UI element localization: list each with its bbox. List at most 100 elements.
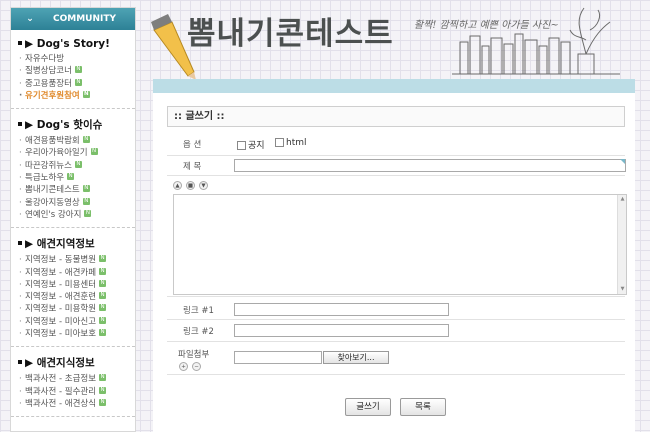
link2-row: 링크 #2 xyxy=(167,320,625,342)
sidebar-item[interactable]: 자유수다방 xyxy=(11,53,135,66)
sidebar-item-label: 유기견후원참여 xyxy=(25,90,80,101)
remove-file-icon[interactable]: − xyxy=(192,362,201,371)
bullet-icon xyxy=(18,241,22,246)
sidebar-item[interactable]: 연예인's 강아지N xyxy=(11,209,135,222)
new-badge-icon: N xyxy=(99,374,107,382)
sidebar-sections: ▶ Dog's Story!자유수다방질병상담코너N중고용품장터N유기견후원참여… xyxy=(11,30,135,418)
sidebar-section-label: 애견지역정보 xyxy=(36,238,95,251)
sidebar-section-title[interactable]: ▶ Dog's Story! xyxy=(11,38,135,50)
sidebar-item-label: 지역정보 - 미용센터 xyxy=(25,279,97,290)
sidebar-item-label: 백과사전 - 초급정보 xyxy=(25,374,97,385)
sidebar-item[interactable]: 따끈강쥐뉴스N xyxy=(11,160,135,172)
list-button[interactable]: 목록 xyxy=(400,398,446,416)
sidebar-item[interactable]: 지역정보 - 애견카페N xyxy=(11,267,135,279)
sidebar-item[interactable]: 백과사전 - 애견상식N xyxy=(11,398,135,411)
content-textarea[interactable]: ▲ ▼ xyxy=(173,194,627,295)
link1-row: 링크 #1 xyxy=(167,296,625,320)
notice-checkbox[interactable] xyxy=(237,141,246,150)
sidebar-item-label: 백과사전 - 필수관리 xyxy=(25,386,97,397)
new-badge-icon: N xyxy=(99,316,107,324)
sidebar-section: ▶ Dog's Story!자유수다방질병상담코너N중고용품장터N유기견후원참여… xyxy=(11,30,135,110)
sidebar-item[interactable]: 유기견후원참여N xyxy=(11,90,135,102)
sidebar-item[interactable]: 울강아지동영상N xyxy=(11,197,135,209)
sidebar-item-label: 지역정보 - 미용학원 xyxy=(25,304,97,315)
sidebar-section-title[interactable]: ▶ Dog's 핫이슈 xyxy=(11,117,135,132)
new-badge-icon: N xyxy=(74,66,82,74)
subject-input[interactable] xyxy=(234,159,626,172)
sidebar-item[interactable]: 중고용품장터N xyxy=(11,78,135,90)
sidebar-section-title[interactable]: ▶ 애견지식정보 xyxy=(11,355,135,370)
new-badge-icon: N xyxy=(99,398,107,406)
sidebar-item-label: 지역정보 - 동물병원 xyxy=(25,255,97,266)
sidebar-section: ▶ Dog's 핫이슈애견용품박람회N우리아가육아일기N따끈강쥐뉴스N특급노하우… xyxy=(11,109,135,229)
play-arrow-icon: ▶ xyxy=(25,357,37,370)
sidebar-item[interactable]: 뽐내기콘테스트N xyxy=(11,184,135,197)
sidebar-item-label: 특급노하우 xyxy=(25,173,65,184)
html-option[interactable]: html xyxy=(275,138,307,148)
new-badge-icon: N xyxy=(99,386,107,394)
sidebar-item-label: 뽐내기콘테스트 xyxy=(25,185,80,196)
browse-button[interactable]: 찾아보기... xyxy=(323,351,389,364)
sidebar-section-label: Dog's Story! xyxy=(36,38,110,50)
file-path-input[interactable] xyxy=(234,351,322,364)
new-badge-icon: N xyxy=(74,78,82,86)
sidebar-item-label: 자유수다방 xyxy=(25,54,65,64)
add-file-icon[interactable]: + xyxy=(179,362,188,371)
editor-expand-icon[interactable]: ▲ xyxy=(173,181,182,190)
sidebar-item[interactable]: 질병상담코너N xyxy=(11,65,135,78)
write-form: :: 글쓰기 :: 옵 션 공지 html 제 목 ▲ ■ ▼ ▲ ▼ 링크 #… xyxy=(153,93,635,432)
sidebar-title: COMMUNITY xyxy=(53,14,117,24)
scroll-up-icon[interactable]: ▲ xyxy=(619,196,626,203)
sidebar-item[interactable]: 우리아가육아일기N xyxy=(11,147,135,160)
sidebar-item-label: 지역정보 - 애견훈련 xyxy=(25,292,97,303)
html-checkbox[interactable] xyxy=(275,138,284,147)
sidebar-item[interactable]: 지역정보 - 미아보호N xyxy=(11,328,135,341)
new-badge-icon: N xyxy=(99,255,107,263)
html-label: html xyxy=(286,138,307,148)
sidebar-section: ▶ 애견지역정보지역정보 - 동물병원N지역정보 - 애견카페N지역정보 - 미… xyxy=(11,228,135,348)
sidebar-item[interactable]: 지역정보 - 미용센터N xyxy=(11,279,135,291)
scroll-down-icon[interactable]: ▼ xyxy=(619,286,626,293)
new-badge-icon: N xyxy=(99,279,107,287)
sidebar-item[interactable]: 지역정보 - 미아신고N xyxy=(11,316,135,328)
banner: 뽐내기콘테스트 활짝! 깜찍하고 예쁜 아가들 사진~ xyxy=(150,0,650,88)
sidebar-item[interactable]: 지역정보 - 애견훈련N xyxy=(11,291,135,304)
resize-corner-icon xyxy=(620,159,625,164)
sidebar-header[interactable]: ⌄ COMMUNITY xyxy=(11,8,135,30)
sidebar-item-label: 질병상담코너 xyxy=(25,66,72,77)
sidebar-item-label: 따끈강쥐뉴스 xyxy=(25,160,72,171)
sidebar-item-label: 애견용품박람회 xyxy=(25,136,80,147)
new-badge-icon: N xyxy=(99,329,107,337)
sidebar-section: ▶ 애견지식정보백과사전 - 초급정보N백과사전 - 필수관리N백과사전 - 애… xyxy=(11,347,135,418)
sidebar-item[interactable]: 백과사전 - 필수관리N xyxy=(11,386,135,398)
sidebar-item-label: 지역정보 - 미아보호 xyxy=(25,329,97,340)
editor-reset-icon[interactable]: ■ xyxy=(186,181,195,190)
new-badge-icon: N xyxy=(99,267,107,275)
editor-scrollbar[interactable]: ▲ ▼ xyxy=(617,195,626,294)
sidebar-item[interactable]: 애견용품박람회N xyxy=(11,135,135,148)
play-arrow-icon: ▶ xyxy=(25,38,37,50)
new-badge-icon: N xyxy=(82,185,90,193)
submit-button[interactable]: 글쓰기 xyxy=(345,398,391,416)
link2-input[interactable] xyxy=(234,324,449,337)
file-row: 파일첨부 + − 찾아보기... xyxy=(167,342,625,375)
sidebar-item[interactable]: 지역정보 - 미용학원N xyxy=(11,303,135,316)
banner-title: 뽐내기콘테스트 xyxy=(187,16,394,52)
link2-label: 링크 #2 xyxy=(183,327,214,337)
play-arrow-icon: ▶ xyxy=(25,119,37,132)
subject-row: 제 목 xyxy=(167,156,626,176)
sidebar-section-label: 애견지식정보 xyxy=(36,357,95,370)
link1-input[interactable] xyxy=(234,303,449,316)
bullet-icon xyxy=(18,360,22,365)
sidebar-item[interactable]: 지역정보 - 동물병원N xyxy=(11,254,135,267)
sidebar-item-label: 지역정보 - 애견카페 xyxy=(25,267,97,278)
sidebar-item[interactable]: 백과사전 - 초급정보N xyxy=(11,373,135,386)
form-heading: :: 글쓰기 :: xyxy=(167,106,625,127)
sidebar-section-title[interactable]: ▶ 애견지역정보 xyxy=(11,236,135,251)
notice-option[interactable]: 공지 xyxy=(237,138,265,151)
sidebar-item[interactable]: 특급노하우N xyxy=(11,172,135,185)
editor-shrink-icon[interactable]: ▼ xyxy=(199,181,208,190)
new-badge-icon: N xyxy=(74,160,82,168)
sidebar-item-label: 백과사전 - 애견상식 xyxy=(25,398,97,409)
banner-subtitle: 활짝! 깜찍하고 예쁜 아가들 사진~ xyxy=(414,20,559,31)
